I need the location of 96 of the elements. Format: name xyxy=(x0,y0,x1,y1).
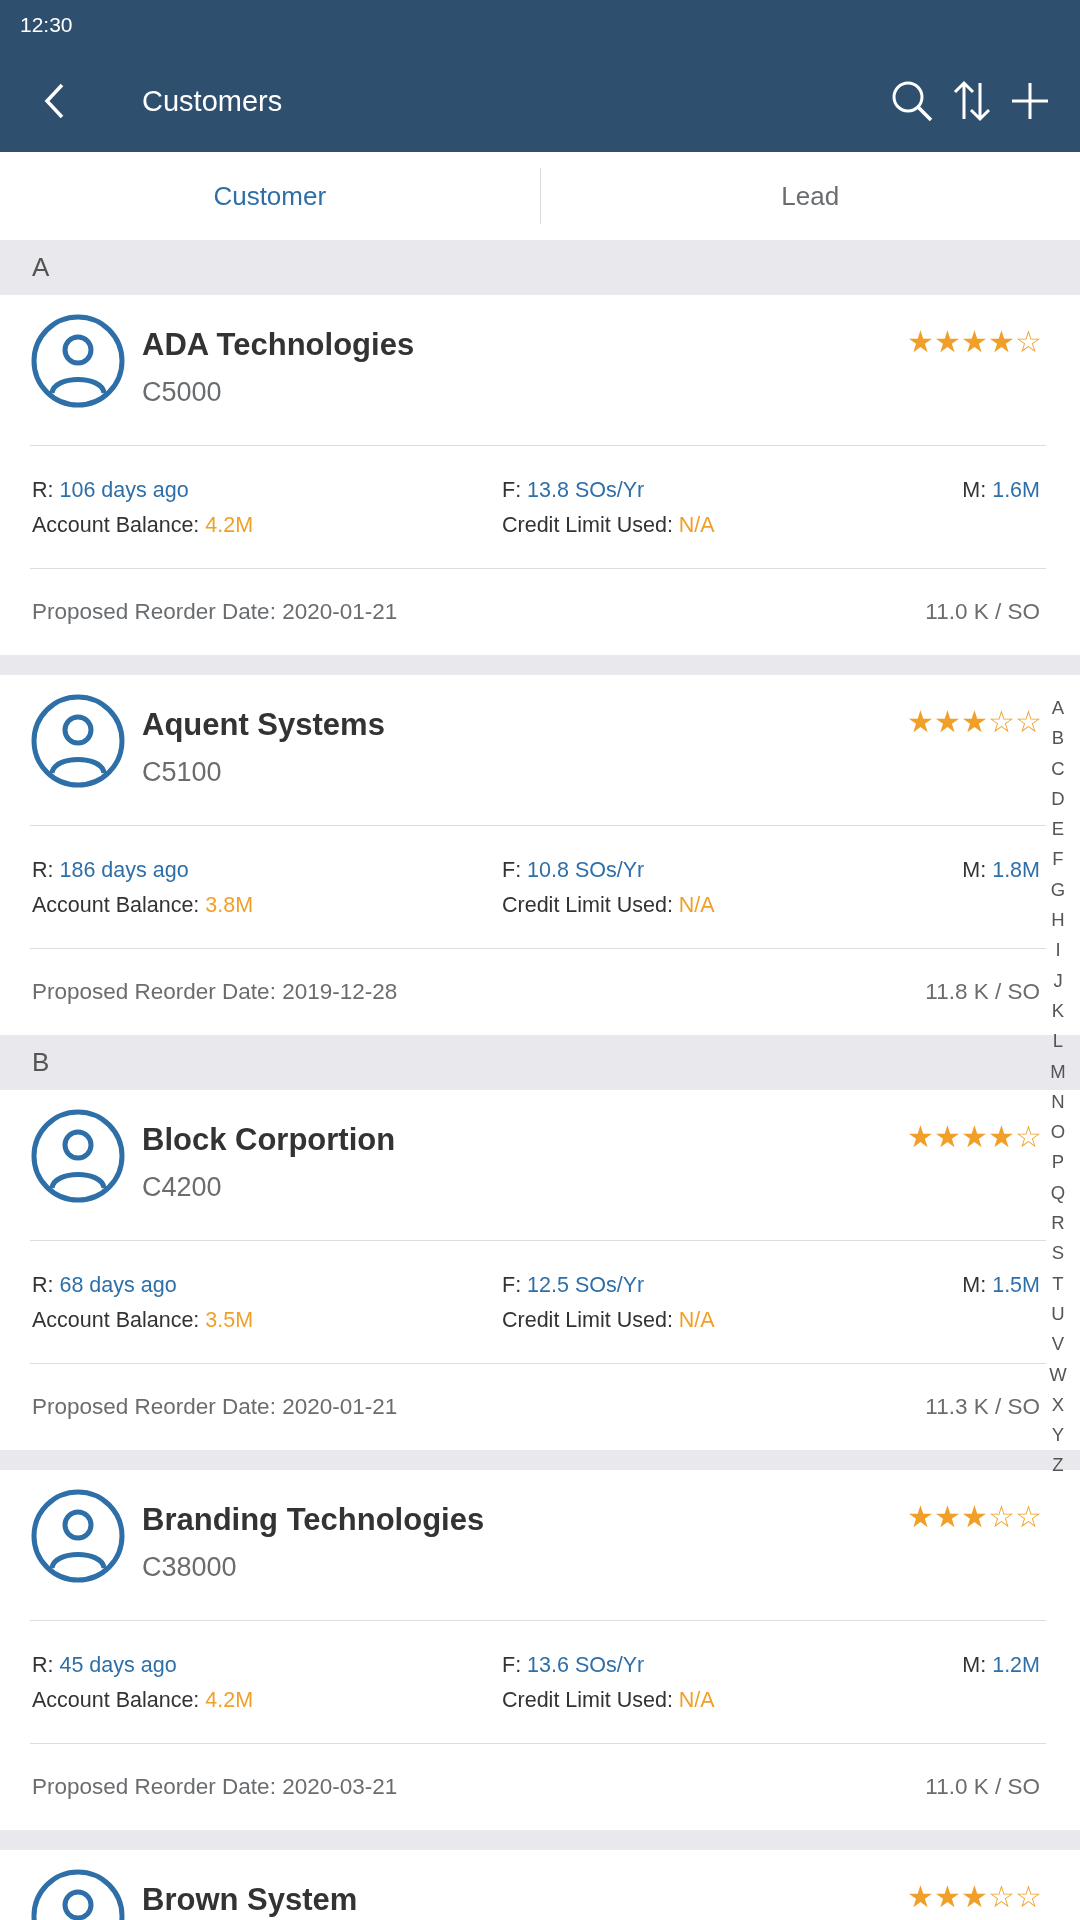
monetary-text: M: 1.5M xyxy=(962,1273,1040,1298)
index-letter[interactable]: H xyxy=(1051,905,1065,936)
index-letter[interactable]: D xyxy=(1051,783,1065,815)
reorder-date-text: Proposed Reorder Date: 2020-03-21 xyxy=(32,1774,398,1800)
customer-id: C5000 xyxy=(142,377,223,408)
customer-name: Branding Technologies xyxy=(142,1502,486,1538)
section-letter: A xyxy=(32,252,50,283)
index-letter[interactable]: R xyxy=(1051,1208,1065,1239)
filled-star-icon: ★ xyxy=(988,1122,1015,1152)
customer-id: C38000 xyxy=(142,1552,238,1583)
index-letter[interactable]: S xyxy=(1051,1238,1065,1269)
filled-star-icon: ★ xyxy=(907,707,934,737)
per-order-value: 11.0 K / SO xyxy=(925,1774,1040,1800)
filled-star-icon: ★ xyxy=(961,327,988,357)
index-letter[interactable]: E xyxy=(1051,814,1065,845)
index-letter[interactable]: B xyxy=(1051,723,1065,754)
index-letter[interactable]: L xyxy=(1052,1026,1064,1057)
index-letter[interactable]: V xyxy=(1051,1329,1065,1360)
person-avatar-icon xyxy=(30,693,126,789)
customer-name: ADA Technologies xyxy=(142,327,416,363)
index-letter[interactable]: I xyxy=(1055,935,1061,966)
index-letter[interactable]: T xyxy=(1052,1268,1064,1299)
monetary-text: M: 1.8M xyxy=(962,858,1040,883)
reorder-date-text: Proposed Reorder Date: 2020-01-21 xyxy=(32,1394,398,1420)
filled-star-icon: ★ xyxy=(907,1122,934,1152)
per-order-value: 11.8 K / SO xyxy=(925,979,1040,1005)
empty-star-icon: ☆ xyxy=(1015,707,1042,737)
index-letter[interactable]: O xyxy=(1050,1117,1066,1148)
credit-limit-text: Credit Limit Used: N/A xyxy=(502,513,716,538)
index-letter[interactable]: P xyxy=(1051,1147,1065,1178)
filled-star-icon: ★ xyxy=(934,327,961,357)
filled-star-icon: ★ xyxy=(907,1882,934,1912)
filled-star-icon: ★ xyxy=(934,1502,961,1532)
filled-star-icon: ★ xyxy=(934,1122,961,1152)
frequency-text: F: 12.5 SOs/Yr xyxy=(502,1273,646,1298)
empty-star-icon: ☆ xyxy=(1015,1502,1042,1532)
index-letter[interactable]: G xyxy=(1050,874,1066,906)
index-letter[interactable]: U xyxy=(1051,1298,1065,1330)
empty-star-icon: ☆ xyxy=(988,1882,1015,1912)
filled-star-icon: ★ xyxy=(934,707,961,737)
filled-star-icon: ★ xyxy=(961,1882,988,1912)
index-letter[interactable]: Y xyxy=(1051,1420,1065,1451)
section-letter: B xyxy=(32,1047,50,1078)
filled-star-icon: ★ xyxy=(961,707,988,737)
per-order-value: 11.0 K / SO xyxy=(925,599,1040,625)
person-avatar-icon xyxy=(30,1488,126,1584)
reorder-date-text: Proposed Reorder Date: 2019-12-28 xyxy=(32,979,398,1005)
customer-name: Brown System xyxy=(142,1882,359,1918)
recency-text: R: 45 days ago xyxy=(32,1653,178,1678)
person-avatar-icon xyxy=(30,1108,126,1204)
monetary-text: M: 1.6M xyxy=(962,478,1040,503)
index-letter[interactable]: M xyxy=(1050,1056,1066,1087)
recency-text: R: 186 days ago xyxy=(32,858,190,883)
recency-text: R: 68 days ago xyxy=(32,1273,178,1298)
page-title: Customers xyxy=(142,84,284,118)
filled-star-icon: ★ xyxy=(934,1882,961,1912)
credit-limit-text: Credit Limit Used: N/A xyxy=(502,893,716,918)
index-letter[interactable]: N xyxy=(1051,1086,1065,1118)
customer-id: C4200 xyxy=(142,1172,223,1203)
account-balance-text: Account Balance: 3.5M xyxy=(32,1308,255,1333)
frequency-text: F: 13.6 SOs/Yr xyxy=(502,1653,646,1678)
index-letter[interactable]: F xyxy=(1052,844,1064,875)
frequency-text: F: 13.8 SOs/Yr xyxy=(502,478,646,503)
empty-star-icon: ☆ xyxy=(1015,1122,1042,1152)
account-balance-text: Account Balance: 3.8M xyxy=(32,893,255,918)
index-letter[interactable]: A xyxy=(1051,693,1065,724)
index-letter[interactable]: W xyxy=(1049,1359,1067,1390)
index-letter[interactable]: Q xyxy=(1050,1177,1066,1209)
credit-limit-text: Credit Limit Used: N/A xyxy=(502,1688,716,1713)
account-balance-text: Account Balance: 4.2M xyxy=(32,513,255,538)
index-letter[interactable]: J xyxy=(1053,965,1063,996)
filled-star-icon: ★ xyxy=(961,1502,988,1532)
reorder-date-text: Proposed Reorder Date: 2020-01-21 xyxy=(32,599,398,625)
empty-star-icon: ☆ xyxy=(988,707,1015,737)
empty-star-icon: ☆ xyxy=(1015,1882,1042,1912)
empty-star-icon: ☆ xyxy=(1015,327,1042,357)
index-letter[interactable]: K xyxy=(1051,995,1065,1027)
credit-limit-text: Credit Limit Used: N/A xyxy=(502,1308,716,1333)
person-avatar-icon xyxy=(30,313,126,409)
index-letter[interactable]: C xyxy=(1051,753,1065,784)
filled-star-icon: ★ xyxy=(988,327,1015,357)
customer-name: Block Corportion xyxy=(142,1122,397,1158)
filled-star-icon: ★ xyxy=(907,327,934,357)
recency-text: R: 106 days ago xyxy=(32,478,190,503)
account-balance-text: Account Balance: 4.2M xyxy=(32,1688,255,1713)
monetary-text: M: 1.2M xyxy=(962,1653,1040,1678)
filled-star-icon: ★ xyxy=(907,1502,934,1532)
empty-star-icon: ☆ xyxy=(988,1502,1015,1532)
index-letter[interactable]: X xyxy=(1051,1389,1065,1421)
status-time: 12:30 xyxy=(20,13,73,37)
customer-name: Aquent Systems xyxy=(142,707,386,743)
per-order-value: 11.3 K / SO xyxy=(925,1394,1040,1420)
filled-star-icon: ★ xyxy=(961,1122,988,1152)
frequency-text: F: 10.8 SOs/Yr xyxy=(502,858,646,883)
index-letter[interactable]: Z xyxy=(1052,1450,1064,1481)
customer-id: C5100 xyxy=(142,757,223,788)
